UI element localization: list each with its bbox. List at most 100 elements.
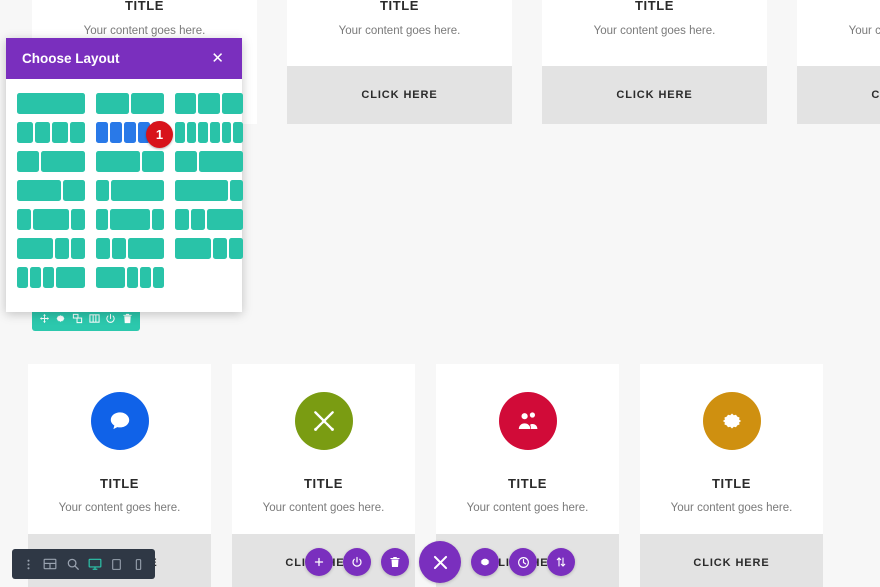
columns-icon[interactable] <box>89 313 100 324</box>
layout-column <box>43 267 55 288</box>
layout-column <box>152 209 164 230</box>
layout-option[interactable] <box>17 267 85 288</box>
layout-column <box>70 209 85 230</box>
layout-column <box>70 238 85 259</box>
trash-icon[interactable] <box>381 548 409 576</box>
layout-column <box>139 267 151 288</box>
layout-column <box>131 93 164 114</box>
feature-card: TITLE Your content goes here. CLICK HERE <box>640 364 823 587</box>
layout-option[interactable] <box>96 267 164 288</box>
top-card: TITLE Your content goes here. CLICK HERE <box>797 0 880 124</box>
builder-action-bar[interactable] <box>305 541 575 583</box>
layout-option[interactable] <box>95 180 164 201</box>
zoom-icon[interactable] <box>66 557 80 571</box>
layout-option[interactable] <box>174 180 243 201</box>
layout-option[interactable] <box>17 180 85 201</box>
layout-option[interactable] <box>174 238 243 259</box>
close-icon[interactable]: ✕ <box>209 49 226 68</box>
layout-column <box>95 180 110 201</box>
phone-icon[interactable] <box>132 558 145 571</box>
duplicate-icon[interactable] <box>72 313 83 324</box>
layout-column <box>198 93 220 114</box>
layout-column <box>111 180 164 201</box>
layout-option[interactable] <box>174 151 243 172</box>
history-icon[interactable] <box>509 548 537 576</box>
layout-column <box>34 122 50 143</box>
layout-column <box>17 93 85 114</box>
layout-column <box>17 209 32 230</box>
layout-option[interactable] <box>17 122 85 143</box>
add-section-icon[interactable] <box>305 548 333 576</box>
move-icon[interactable] <box>39 313 50 324</box>
layout-column <box>33 209 69 230</box>
layout-column <box>152 267 164 288</box>
choose-layout-modal[interactable]: Choose Layout ✕ <box>6 38 243 312</box>
builder-canvas: TITLEYour content goes here.CLICK HERETI… <box>0 0 880 587</box>
layout-column <box>124 122 136 143</box>
desktop-icon[interactable] <box>88 557 102 571</box>
layout-option[interactable] <box>174 209 243 230</box>
card-text: Your content goes here. <box>83 25 206 37</box>
layout-option[interactable] <box>17 209 85 230</box>
layout-column <box>17 238 53 259</box>
trash-icon[interactable] <box>122 313 133 324</box>
gear-icon[interactable] <box>55 313 66 324</box>
layout-column <box>17 267 29 288</box>
layout-row <box>17 180 243 201</box>
power-icon[interactable] <box>105 313 116 324</box>
tablet-icon[interactable] <box>110 558 123 571</box>
layout-row <box>17 209 243 230</box>
layout-column <box>96 267 125 288</box>
card-title: TITLE <box>711 476 752 491</box>
modal-header: Choose Layout ✕ <box>6 38 242 79</box>
top-card: TITLE Your content goes here. CLICK HERE <box>287 0 512 124</box>
layout-column <box>126 267 138 288</box>
layout-column <box>69 122 85 143</box>
layout-option[interactable] <box>95 151 164 172</box>
layout-column <box>112 238 127 259</box>
layout-column <box>17 122 33 143</box>
layout-column <box>207 209 243 230</box>
layout-column <box>95 238 111 259</box>
more-options-icon[interactable] <box>22 558 35 571</box>
layout-column <box>142 151 164 172</box>
layout-column <box>175 122 185 143</box>
gear-icon[interactable] <box>471 548 499 576</box>
layout-column <box>52 122 68 143</box>
close-icon[interactable] <box>419 541 461 583</box>
layout-column <box>191 209 206 230</box>
click-here-button[interactable]: CLICK HERE <box>287 66 512 124</box>
click-here-button[interactable]: CLICK HERE <box>640 534 823 587</box>
layout-column <box>174 238 211 259</box>
users-icon <box>498 392 557 450</box>
layout-option[interactable] <box>17 238 85 259</box>
layout-option[interactable] <box>175 122 243 143</box>
layout-option[interactable] <box>96 93 164 114</box>
click-here-button[interactable]: CLICK HERE <box>542 66 767 124</box>
layout-column <box>228 238 243 259</box>
sort-icon[interactable] <box>547 548 575 576</box>
layout-option[interactable] <box>17 93 85 114</box>
wireframe-icon[interactable] <box>43 557 57 571</box>
layout-column <box>186 122 197 143</box>
modal-title: Choose Layout <box>22 51 120 66</box>
layout-column <box>175 93 197 114</box>
layout-row <box>17 151 243 172</box>
device-preview-toolbar[interactable] <box>12 549 155 579</box>
layout-option[interactable] <box>95 209 164 230</box>
power-icon[interactable] <box>343 548 371 576</box>
layout-option[interactable] <box>95 238 164 259</box>
layout-column <box>221 93 243 114</box>
layout-column <box>63 180 85 201</box>
layout-options-grid[interactable] <box>6 79 243 312</box>
layout-option[interactable] <box>175 93 243 114</box>
layout-column <box>174 209 190 230</box>
layout-option[interactable] <box>17 151 85 172</box>
layout-column <box>54 238 69 259</box>
layout-column <box>209 122 220 143</box>
card-body: TITLE Your content goes here. <box>232 364 415 534</box>
layout-column <box>233 122 243 143</box>
click-here-button[interactable]: CLICK HERE <box>797 66 880 124</box>
layout-column <box>198 122 208 143</box>
gear-icon <box>702 392 761 450</box>
